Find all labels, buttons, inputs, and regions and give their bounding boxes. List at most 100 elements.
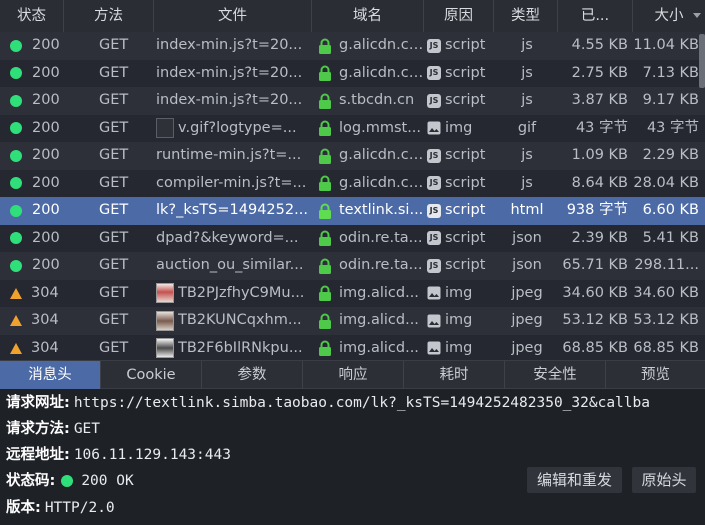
domain-name: g.alicdn.co...: [339, 37, 424, 54]
request-row[interactable]: 200 GET index-min.js?t=20... g.alicdn.co...…: [0, 59, 705, 87]
method-cell: GET: [99, 147, 129, 163]
column-header-transferred[interactable]: 已...: [558, 0, 633, 32]
request-row[interactable]: 304 GET TB2F6bIlRNkpu... img.alicd... img jpe…: [0, 334, 705, 360]
domain-cell: g.alicdn.co...: [312, 142, 424, 170]
js-icon: JS: [427, 66, 441, 81]
domain-cell: g.alicdn.co...: [312, 170, 424, 198]
edit-and-resend-button[interactable]: 编辑和重发: [527, 467, 622, 493]
request-row[interactable]: 200 GET dpad?&keyword=... odin.re.ta... JS sc…: [0, 224, 705, 253]
domain-cell: img.alicd...: [312, 280, 424, 308]
image-icon: [427, 286, 441, 300]
column-header-domain[interactable]: 域名: [312, 0, 424, 32]
request-list: 200 GET index-min.js?t=20... g.alicdn.co...…: [0, 32, 705, 360]
request-row[interactable]: 200 GET compiler-min.js?t=... g.alicdn.co..…: [0, 169, 705, 198]
domain-cell: odin.re.ta...: [312, 225, 424, 253]
domain-name: img.alicd...: [339, 339, 419, 356]
cause-cell: img: [424, 115, 494, 143]
domain-name: img.alicd...: [339, 284, 419, 301]
request-method-label: 请求方法:: [6, 421, 70, 437]
status-cell: 200: [0, 142, 64, 170]
cause-label: script: [445, 257, 486, 274]
tab-headers[interactable]: 消息头: [0, 361, 101, 389]
status-warning-icon: [10, 342, 22, 354]
column-header-file[interactable]: 文件: [154, 0, 312, 32]
raw-headers-button[interactable]: 原始头: [632, 467, 696, 493]
file-name: dpad?&keyword=...: [156, 229, 299, 246]
remote-address-value: 106.11.129.143:443: [73, 447, 231, 463]
file-name: index-min.js?t=20...: [156, 64, 303, 81]
request-url-value: https://textlink.simba.taobao.com/lk?_ks…: [73, 395, 650, 411]
file-name: v.gif?logtype=...: [178, 119, 297, 136]
column-header-type[interactable]: 类型: [494, 0, 558, 32]
file-name: TB2F6bIlRNkpu...: [178, 339, 303, 356]
request-row[interactable]: 200 GET index-min.js?t=20... s.tbcdn.cn JS sc…: [0, 87, 705, 115]
tab-response[interactable]: 响应: [303, 361, 404, 389]
transferred-cell: 4.55 KB: [571, 37, 628, 53]
domain-name: log.mmst...: [339, 119, 422, 136]
cause-cell: JS script: [424, 225, 494, 253]
status-code-row: 状态码: 200 OK: [6, 468, 134, 494]
request-row[interactable]: 200 GET auction_ou_similar... odin.re.ta...…: [0, 252, 705, 280]
cause-label: script: [445, 174, 486, 191]
headers-panel: 请求网址: https://textlink.simba.taobao.com/…: [0, 389, 705, 525]
status-cell: 200: [0, 115, 64, 143]
method-cell: GET: [99, 119, 129, 136]
request-row[interactable]: 200 GET lk?_ksTS=1494252... textlink.si... J…: [0, 197, 705, 225]
request-row[interactable]: 200 GET runtime-min.js?t=... g.alicdn.co...…: [0, 142, 705, 170]
tab-security[interactable]: 安全性: [505, 361, 606, 389]
details-tab-bar: 消息头 Cookie 参数 响应 耗时 安全性 预览: [0, 360, 705, 389]
transferred-cell: 2.39 KB: [571, 229, 628, 246]
http-version-value: HTTP/2.0: [44, 500, 115, 516]
http-version-row: 版本: HTTP/2.0: [6, 495, 115, 521]
js-icon: JS: [427, 203, 441, 218]
request-row[interactable]: 200 GET index-min.js?t=20... g.alicdn.co...…: [0, 32, 705, 60]
status-cell: 304: [0, 307, 64, 335]
status-code: 200: [32, 202, 60, 219]
column-header-method[interactable]: 方法: [64, 0, 154, 32]
status-code: 304: [31, 339, 59, 356]
status-code-label: 状态码:: [6, 473, 56, 489]
cause-label: script: [445, 64, 486, 81]
size-cell: 9.17 KB: [642, 92, 699, 108]
status-code: 200: [32, 174, 60, 191]
domain-cell: log.mmst...: [312, 115, 424, 143]
status-ok-icon: [10, 149, 22, 162]
tab-params[interactable]: 参数: [202, 361, 303, 389]
file-name: runtime-min.js?t=...: [156, 147, 302, 164]
column-header-size-label: 大小: [654, 8, 684, 24]
request-row[interactable]: 304 GET TB2PJzfhyC9Mu... img.alicd... img jpe…: [0, 279, 705, 308]
js-icon: JS: [427, 148, 441, 163]
status-ok-icon: [10, 232, 22, 245]
status-code: 200: [32, 257, 60, 274]
request-url-label: 请求网址:: [6, 395, 70, 411]
file-name: auction_ou_similar...: [156, 257, 304, 274]
column-header-status[interactable]: 状态: [0, 0, 64, 32]
tab-preview[interactable]: 预览: [606, 361, 705, 389]
transferred-cell: 2.75 KB: [571, 64, 628, 81]
method-cell: GET: [99, 257, 129, 273]
scrollbar-thumb[interactable]: [699, 34, 705, 88]
transferred-cell: 43 字节: [575, 119, 628, 136]
column-header-cause[interactable]: 原因: [424, 0, 494, 32]
lock-icon: [319, 230, 331, 247]
status-warning-icon: [10, 287, 22, 299]
file-name: lk?_ksTS=1494252...: [156, 202, 308, 219]
column-header-size[interactable]: 大小: [633, 0, 705, 32]
status-code: 200: [32, 147, 60, 164]
column-header-transferred-label: 已...: [580, 8, 610, 24]
cause-cell: JS script: [424, 142, 494, 170]
js-icon: JS: [427, 231, 441, 246]
size-cell: 53.12 KB: [633, 312, 699, 328]
request-row[interactable]: 304 GET TB2KUNCqxhm... img.alicd... img jpeg 5…: [0, 307, 705, 335]
type-cell: js: [521, 174, 533, 191]
type-cell: json: [512, 257, 542, 273]
type-cell: js: [521, 64, 533, 81]
tab-cookies[interactable]: Cookie: [101, 361, 202, 389]
method-cell: GET: [99, 202, 129, 218]
lock-icon: [319, 38, 331, 54]
request-method-row: 请求方法: GET: [6, 416, 100, 442]
tab-timings[interactable]: 耗时: [404, 361, 505, 389]
request-row[interactable]: 200 GET v.gif?logtype=... log.mmst... img gif…: [0, 114, 705, 143]
method-cell: GET: [99, 229, 129, 246]
cause-cell: JS script: [424, 197, 494, 225]
